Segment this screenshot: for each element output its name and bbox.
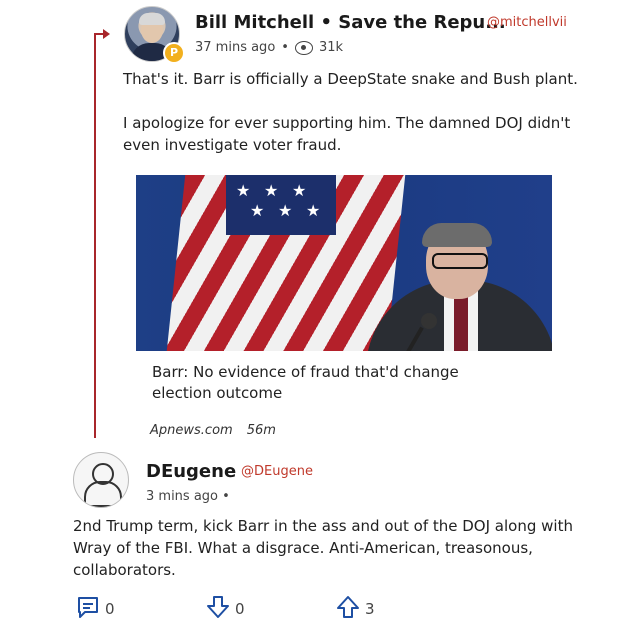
article-caption[interactable]: Barr: No evidence of fraud that'd change… (152, 362, 522, 404)
upvote-count: 3 (365, 600, 375, 618)
view-count: 31k (318, 40, 344, 55)
article-age: 56m (246, 423, 276, 438)
upvote-arrow-icon (335, 594, 361, 624)
downvote-button[interactable]: 0 (205, 594, 245, 624)
article-image[interactable]: ★ ★ ★ ★ ★ ★ (136, 175, 552, 351)
post-time: 37 mins ago (195, 40, 276, 55)
downvote-arrow-icon (205, 594, 231, 624)
reply-time: 3 mins ago (146, 489, 218, 504)
article-source-row: Apnews.com 56m (150, 423, 276, 438)
reply-meta: 3 mins ago • (146, 489, 230, 504)
avatar[interactable] (73, 452, 129, 508)
post-author-name[interactable]: Bill Mitchell • Save the Repu... (195, 12, 506, 33)
upvote-button[interactable]: 3 (335, 594, 375, 624)
meta-separator: • (281, 40, 289, 55)
post-author-handle[interactable]: @mitchellvii (487, 15, 567, 30)
post-meta: 37 mins ago • 31k (195, 40, 343, 55)
reply-text: 2nd Trump term, kick Barr in the ass and… (73, 517, 573, 579)
reply-author-handle[interactable]: @DEugene (241, 464, 313, 479)
article-source[interactable]: Apnews.com (150, 423, 233, 438)
thread-arrow-icon (103, 29, 110, 39)
reply-author-name[interactable]: DEugene (146, 461, 236, 482)
meta-separator: • (222, 489, 230, 504)
thread-line (94, 34, 96, 438)
comment-button[interactable]: 0 (75, 594, 115, 624)
downvote-count: 0 (235, 600, 245, 618)
eye-icon (294, 40, 313, 55)
comment-icon (75, 594, 101, 624)
author-badge: P (163, 42, 185, 64)
comment-count: 0 (105, 600, 115, 618)
post-text: That's it. Barr is officially a DeepStat… (123, 70, 578, 154)
